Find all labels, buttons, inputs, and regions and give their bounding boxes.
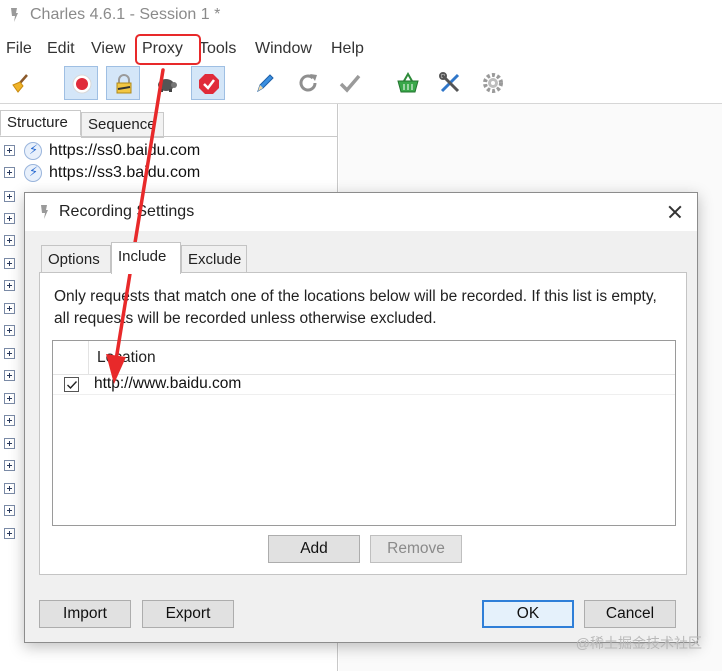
window-titlebar: Charles 4.6.1 - Session 1 *: [0, 0, 722, 32]
recording-settings-dialog: Recording Settings Options Include Exclu…: [24, 192, 698, 643]
tree-item-label: https://ss3.baidu.com: [49, 164, 201, 181]
ssl-proxying-button[interactable]: [106, 66, 140, 100]
remove-button[interactable]: Remove: [370, 535, 462, 563]
location-enabled-checkbox[interactable]: [64, 377, 79, 392]
basket-icon: [397, 71, 419, 93]
tools-basket-button[interactable]: [391, 66, 425, 100]
record-icon: [72, 74, 92, 94]
expand-icon[interactable]: [4, 438, 15, 449]
compose-button[interactable]: [248, 66, 282, 100]
proxy-menu-highlight: [135, 34, 201, 65]
expand-icon[interactable]: [4, 325, 15, 336]
settings-tools-button[interactable]: [433, 66, 467, 100]
menu-help[interactable]: Help: [331, 40, 364, 58]
charles-app-icon: [41, 205, 48, 219]
expand-icon[interactable]: [4, 415, 15, 426]
close-icon[interactable]: [663, 200, 687, 224]
dialog-title: Recording Settings: [59, 203, 195, 220]
tree-item-label: https://ss0.baidu.com: [49, 142, 201, 159]
export-button[interactable]: Export: [142, 600, 234, 628]
tab-options[interactable]: Options: [41, 245, 111, 273]
expand-icon[interactable]: [4, 235, 15, 246]
expand-icon[interactable]: [4, 505, 15, 516]
tab-include[interactable]: Include: [111, 242, 181, 274]
expand-icon[interactable]: [4, 483, 15, 494]
tab-sequence[interactable]: Sequence: [81, 112, 164, 138]
expand-icon[interactable]: [4, 393, 15, 404]
dialog-titlebar: Recording Settings: [25, 193, 697, 231]
expand-icon[interactable]: [4, 528, 15, 539]
expand-icon[interactable]: [4, 370, 15, 381]
cancel-button[interactable]: Cancel: [584, 600, 676, 628]
location-column-header[interactable]: Location: [97, 349, 156, 367]
lock-icon: [116, 74, 132, 94]
tools-icon: [439, 72, 460, 93]
stop-icon: [199, 74, 219, 94]
host-icon: ⚡: [24, 164, 42, 182]
location-table: Location http://www.baidu.com: [52, 340, 676, 526]
host-icon: ⚡: [24, 142, 42, 160]
tab-structure[interactable]: Structure: [0, 110, 81, 136]
expand-icon[interactable]: [4, 258, 15, 269]
tree-item[interactable]: ⚡ https://ss3.baidu.com: [0, 162, 338, 184]
expand-icon[interactable]: [4, 213, 15, 224]
preferences-button[interactable]: [476, 66, 510, 100]
check-icon: [339, 74, 361, 93]
checkmark-icon: [67, 381, 78, 390]
record-button[interactable]: [64, 66, 98, 100]
menu-bar: File Edit View Proxy Tools Window Help: [0, 34, 722, 62]
menu-tools[interactable]: Tools: [199, 40, 236, 58]
watermark-text: @稀土掘金技术社区: [575, 635, 702, 651]
include-description: Only requests that match one of the loca…: [54, 288, 657, 327]
window-title: Charles 4.6.1 - Session 1 *: [30, 6, 221, 23]
breakpoints-button[interactable]: [191, 66, 225, 100]
expand-icon[interactable]: [4, 145, 15, 156]
charles-app-icon: [11, 8, 18, 22]
menu-edit[interactable]: Edit: [47, 40, 75, 58]
toolbar: [0, 62, 722, 104]
menu-file[interactable]: File: [6, 40, 32, 58]
clear-session-button[interactable]: [4, 66, 38, 100]
expand-icon[interactable]: [4, 167, 15, 178]
table-row[interactable]: http://www.baidu.com: [53, 375, 675, 395]
repeat-button[interactable]: [291, 66, 325, 100]
location-cell: http://www.baidu.com: [94, 375, 242, 392]
gear-icon: [483, 73, 503, 93]
menu-window[interactable]: Window: [255, 40, 312, 58]
expand-icon[interactable]: [4, 280, 15, 291]
broom-icon: [12, 74, 28, 93]
include-panel: Only requests that match one of the loca…: [39, 272, 687, 575]
refresh-icon: [299, 74, 317, 92]
throttling-button[interactable]: [149, 66, 183, 100]
turtle-icon: [158, 79, 177, 92]
menu-view[interactable]: View: [91, 40, 125, 58]
tab-exclude[interactable]: Exclude: [181, 245, 247, 273]
add-button[interactable]: Add: [268, 535, 360, 563]
validate-button[interactable]: [333, 66, 367, 100]
import-button[interactable]: Import: [39, 600, 131, 628]
ok-button[interactable]: OK: [482, 600, 574, 628]
expand-icon[interactable]: [4, 348, 15, 359]
table-header: Location: [53, 341, 675, 375]
checkbox-column-header: [53, 341, 89, 375]
expand-icon[interactable]: [4, 191, 15, 202]
expand-icon[interactable]: [4, 460, 15, 471]
pen-icon: [257, 74, 274, 93]
tree-item[interactable]: ⚡ https://ss0.baidu.com: [0, 140, 338, 162]
expand-icon[interactable]: [4, 303, 15, 314]
